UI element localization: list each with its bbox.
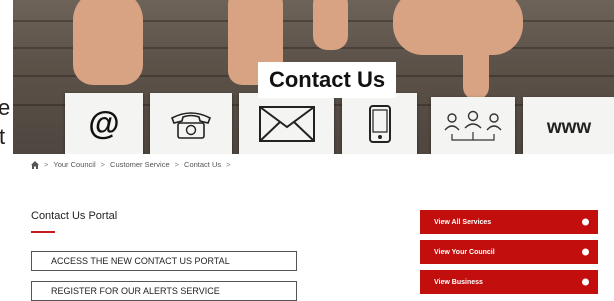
breadcrumb: > Your Council > Customer Service > Cont…	[31, 160, 231, 169]
breadcrumb-separator: >	[100, 160, 106, 169]
svg-text:www: www	[545, 117, 591, 138]
svg-text:@: @	[88, 107, 119, 141]
view-your-council-label: View Your Council	[434, 248, 495, 256]
envelope-icon	[258, 105, 315, 142]
register-alerts-button[interactable]: REGISTER FOR OUR ALERTS SERVICE	[31, 281, 297, 301]
card-at-sign: @	[65, 93, 143, 154]
cut-off-text-line-2: t	[0, 124, 6, 149]
card-telephone	[150, 93, 232, 154]
card-people-network	[431, 97, 515, 154]
breadcrumb-item-customer-service[interactable]: Customer Service	[110, 160, 170, 169]
chevron-right-icon	[582, 248, 589, 256]
view-business-button[interactable]: View Business	[420, 270, 598, 294]
www-icon: www	[545, 117, 591, 138]
at-sign-icon: @	[88, 107, 119, 141]
view-your-council-button[interactable]: View Your Council	[420, 240, 598, 264]
people-network-icon	[444, 110, 502, 141]
home-icon[interactable]	[31, 160, 39, 169]
mobile-phone-icon	[368, 104, 391, 143]
cut-off-text-line-1: e	[0, 95, 11, 120]
view-business-label: View Business	[434, 278, 483, 286]
view-all-services-label: View All Services	[434, 218, 492, 226]
page-title: Contact Us	[258, 62, 396, 98]
breadcrumb-item-contact-us[interactable]: Contact Us	[184, 160, 221, 169]
chevron-right-icon	[582, 278, 589, 286]
portal-heading: Contact Us Portal	[31, 210, 118, 222]
hand-right	[393, 0, 523, 55]
breadcrumb-separator: >	[174, 160, 180, 169]
telephone-icon	[170, 111, 212, 139]
access-contact-portal-button[interactable]: ACCESS THE NEW CONTACT US PORTAL	[31, 251, 297, 271]
view-all-services-button[interactable]: View All Services	[420, 210, 598, 234]
card-mobile-phone	[342, 93, 417, 154]
breadcrumb-separator: >	[44, 160, 49, 169]
hand-center-right	[313, 0, 348, 50]
breadcrumb-item-your-council[interactable]: Your Council	[53, 160, 95, 169]
card-www: www	[523, 97, 614, 154]
hand-left	[73, 0, 143, 85]
hero-banner: @ www Contact Us	[13, 0, 614, 154]
card-envelope	[239, 93, 334, 154]
heading-underline	[31, 231, 55, 233]
chevron-right-icon	[582, 218, 589, 226]
breadcrumb-separator: >	[226, 160, 231, 169]
finger-pointing	[463, 40, 489, 100]
